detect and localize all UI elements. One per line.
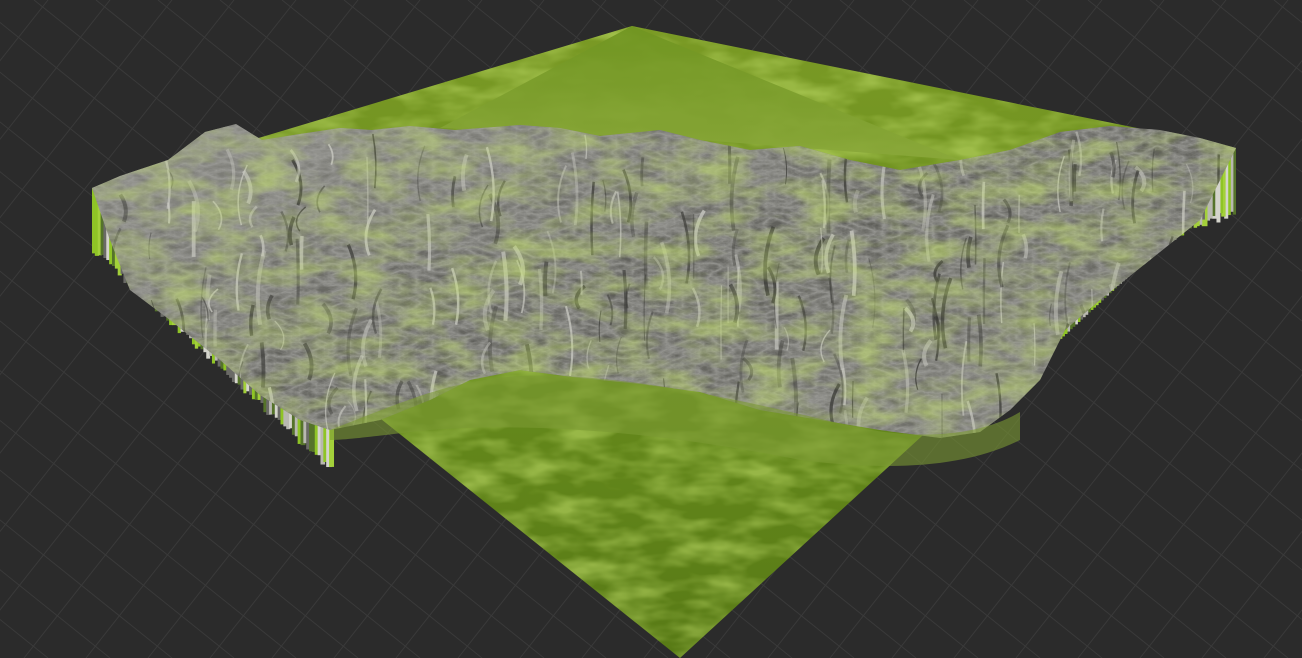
grid-line: [1263, 609, 1302, 658]
ridge-stroke: [1179, 248, 1186, 318]
ridge-stroke: [271, 409, 276, 438]
ridge-stroke: [181, 382, 194, 438]
3d-viewport[interactable]: 3d-terrain-viewport mountain-range-terra…: [0, 0, 1302, 658]
grid-line: [0, 0, 173, 219]
ridge-stroke: [1214, 265, 1219, 314]
terrain-scene: [0, 0, 1302, 658]
ridge-stroke: [135, 301, 145, 339]
grid-line: [1077, 373, 1302, 658]
ridge-stroke: [1133, 276, 1142, 309]
grid-line: [0, 519, 173, 658]
grid-line: [0, 0, 49, 62]
grid-line: [0, 618, 49, 658]
grid-line: [1149, 0, 1302, 123]
ridge-stroke: [107, 372, 119, 428]
ridge-stroke: [176, 360, 184, 423]
ridge-stroke: [1104, 371, 1109, 406]
ridge-stroke: [117, 295, 125, 330]
ridge-stroke: [219, 396, 225, 435]
grid-line: [1273, 0, 1302, 24]
ridge-stroke: [1116, 307, 1124, 351]
ridge-stroke: [1162, 261, 1171, 297]
ridge-stroke: [141, 389, 150, 422]
ridge-stroke: [1118, 311, 1130, 381]
grid-line: [1087, 0, 1302, 173]
ridge-stroke: [1146, 257, 1152, 297]
ridge-stroke: [1085, 308, 1090, 381]
ridge-stroke: [1163, 283, 1166, 310]
ridge-stroke: [1029, 418, 1038, 438]
ridge-stroke: [1201, 378, 1213, 438]
grid-line: [1201, 530, 1302, 658]
ridge-stroke: [1071, 368, 1077, 432]
